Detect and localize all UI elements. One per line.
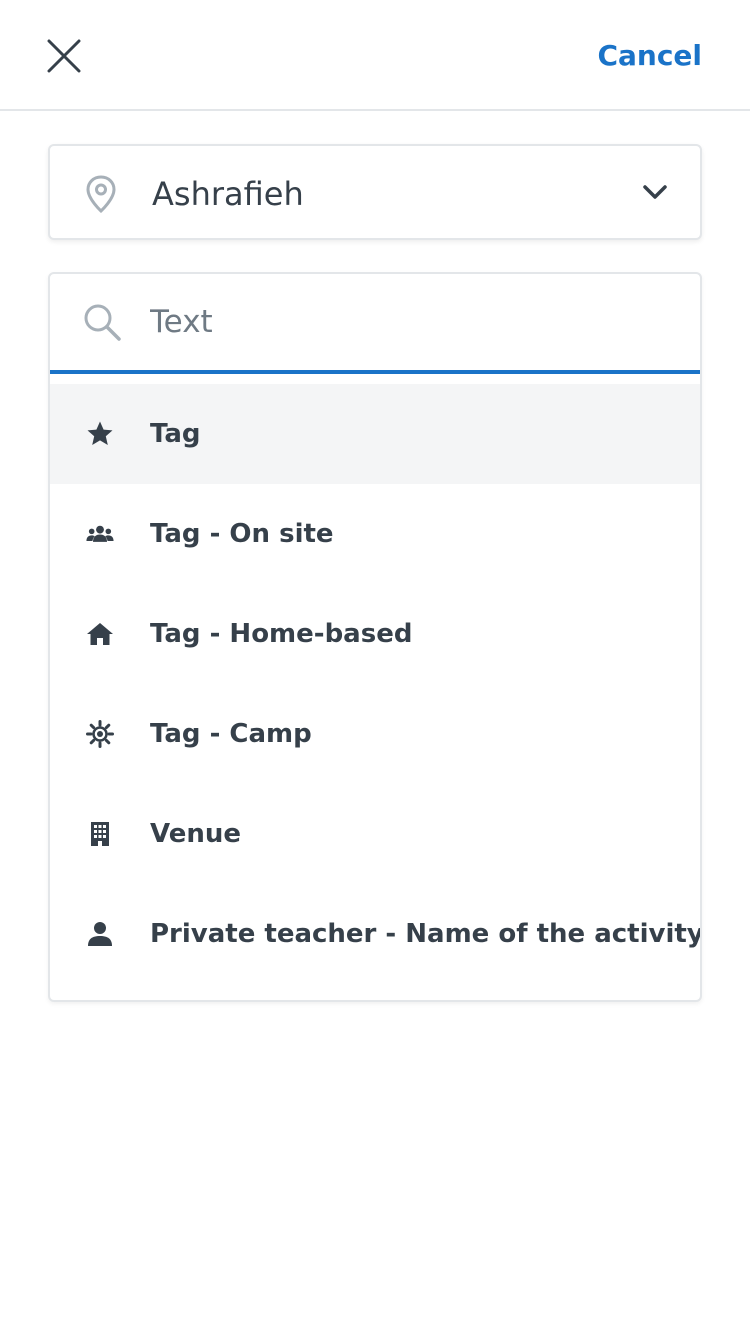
search-bar (50, 274, 700, 374)
search-icon (84, 304, 121, 341)
result-item-venue[interactable]: Venue (50, 784, 700, 884)
sun-icon (86, 720, 114, 748)
results-list: Tag Tag - On site Tag - Home-based Tag -… (50, 384, 700, 984)
result-label: Tag (150, 419, 201, 449)
search-panel: Tag Tag - On site Tag - H (48, 272, 702, 1002)
location-dropdown[interactable]: Ashrafieh (48, 144, 702, 240)
group-icon (86, 520, 114, 548)
result-label: Tag - Camp (150, 719, 312, 749)
result-label: Tag - Home-based (150, 619, 413, 649)
result-item-tag-home-based[interactable]: Tag - Home-based (50, 584, 700, 684)
cancel-button[interactable]: Cancel (597, 36, 702, 76)
search-input[interactable] (150, 292, 650, 352)
result-item-private-teacher[interactable]: Private teacher - Name of the activity (50, 884, 700, 984)
result-label: Private teacher - Name of the activity (150, 919, 702, 949)
location-value: Ashrafieh (152, 175, 304, 213)
location-pin-icon (86, 175, 116, 214)
person-icon (86, 920, 114, 948)
chevron-down-icon (643, 185, 667, 199)
close-button[interactable] (40, 32, 88, 80)
result-label: Venue (150, 819, 241, 849)
top-bar: Cancel (0, 0, 750, 111)
star-icon (86, 420, 114, 448)
result-label: Tag - On site (150, 519, 334, 549)
building-icon (86, 820, 114, 848)
result-item-tag[interactable]: Tag (50, 384, 700, 484)
result-item-tag-on-site[interactable]: Tag - On site (50, 484, 700, 584)
close-icon (47, 39, 81, 73)
result-item-tag-camp[interactable]: Tag - Camp (50, 684, 700, 784)
home-icon (86, 620, 114, 648)
